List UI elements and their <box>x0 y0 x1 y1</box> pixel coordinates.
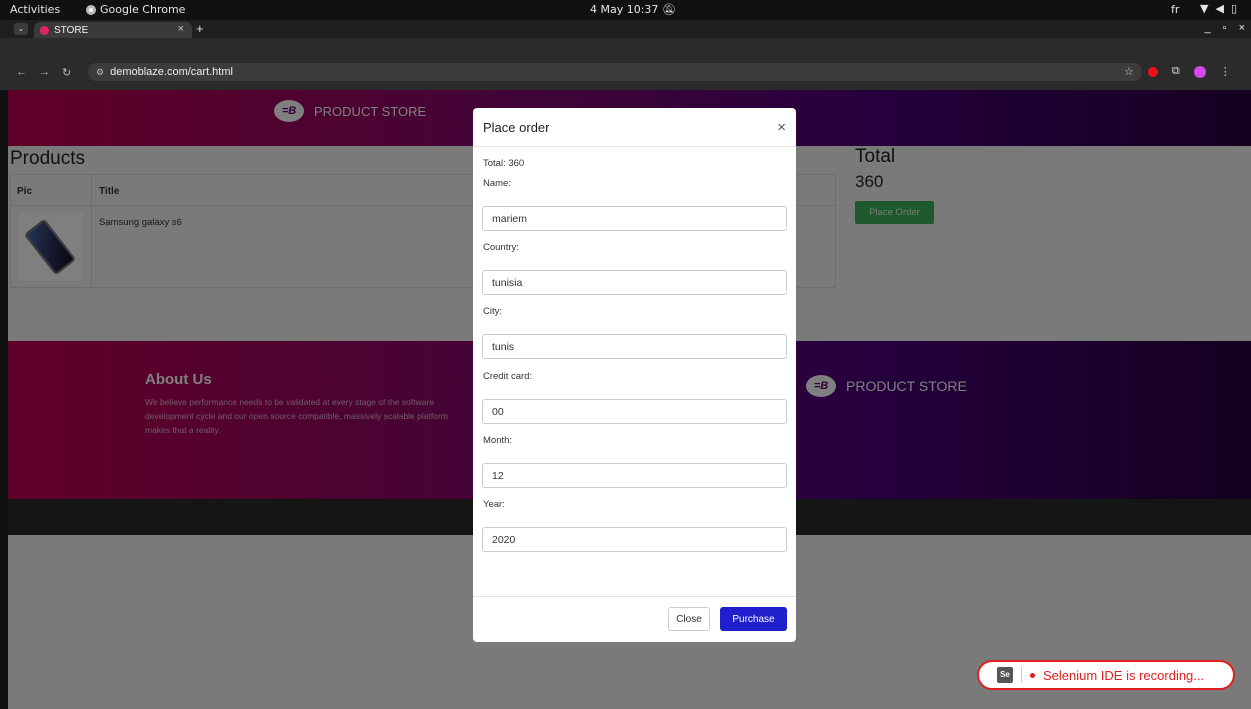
year-label: Year: <box>483 499 505 510</box>
toolbar-actions: ☆ ⧉ ⋮ <box>1124 65 1231 78</box>
name-input[interactable] <box>482 206 787 231</box>
system-top-bar: Activities Google Chrome 4 May 10:37 🔕︎ … <box>0 0 1251 20</box>
profile-avatar[interactable] <box>1193 65 1206 78</box>
tab-store[interactable]: STORE × <box>34 22 192 38</box>
recording-text: Selenium IDE is recording... <box>1043 667 1205 683</box>
modal-header-divider <box>473 146 796 147</box>
clock[interactable]: 4 May 10:37 🔕︎ <box>590 3 676 16</box>
selenium-extension-icon[interactable] <box>1147 66 1158 77</box>
tab-close-icon[interactable]: × <box>178 23 184 35</box>
window-controls: _ ▫ × <box>1205 22 1245 34</box>
favicon-icon <box>40 25 49 35</box>
selenium-recording-badge[interactable]: Se Selenium IDE is recording... <box>977 660 1235 690</box>
minimize-button[interactable]: _ <box>1205 22 1211 34</box>
tab-strip: ⌄ STORE × + _ ▫ × <box>0 20 1251 38</box>
back-arrow-icon[interactable]: ← <box>16 66 27 79</box>
extensions-puzzle-icon[interactable]: ⧉ <box>1172 65 1180 78</box>
app-menu[interactable]: Google Chrome <box>86 3 185 16</box>
name-label: Name: <box>483 178 511 189</box>
app-name: Google Chrome <box>100 3 186 16</box>
city-input[interactable] <box>482 334 787 359</box>
nav-buttons: ← → ↻ <box>16 66 71 79</box>
activities-button[interactable]: Activities <box>10 3 60 16</box>
country-input[interactable] <box>482 270 787 295</box>
modal-footer-divider <box>473 596 796 597</box>
wifi-icon: ▼ <box>1200 2 1209 15</box>
tab-title: STORE <box>54 24 89 36</box>
tab-search-button[interactable]: ⌄ <box>14 23 28 35</box>
chrome-icon <box>86 4 96 15</box>
volume-icon: ◀ <box>1215 2 1224 15</box>
forward-arrow-icon[interactable]: → <box>39 66 50 79</box>
city-label: City: <box>483 306 502 317</box>
more-menu-icon[interactable]: ⋮ <box>1220 65 1231 78</box>
purchase-button[interactable]: Purchase <box>720 607 787 631</box>
modal-close-icon[interactable]: × <box>777 119 786 136</box>
month-label: Month: <box>483 435 513 446</box>
system-tray[interactable]: ▼ ◀ ▯ <box>1200 2 1237 15</box>
address-bar[interactable]: ⚙ demoblaze.com/cart.html <box>88 63 1142 81</box>
close-button[interactable]: Close <box>668 607 710 631</box>
new-tab-button[interactable]: + <box>196 21 204 36</box>
battery-icon: ▯ <box>1230 2 1237 15</box>
selenium-logo-icon: Se <box>997 667 1013 683</box>
browser-toolbar: ← → ↻ ⚙ demoblaze.com/cart.html ☆ ⧉ ⋮ <box>0 38 1251 90</box>
window-edge <box>0 90 8 709</box>
recording-dot-icon <box>1030 672 1035 678</box>
reload-icon[interactable]: ↻ <box>62 66 71 79</box>
credit-card-label: Credit card: <box>483 371 533 382</box>
place-order-modal: Place order × Total: 360 Name: Country: … <box>473 108 796 642</box>
modal-title: Place order <box>483 120 550 135</box>
language-indicator[interactable]: fr <box>1171 3 1179 16</box>
total-label: Total: 360 <box>483 158 525 169</box>
bookmark-star-icon[interactable]: ☆ <box>1124 65 1134 78</box>
bell-off-icon: 🔕︎ <box>661 3 676 16</box>
url-text: demoblaze.com/cart.html <box>110 66 233 78</box>
month-input[interactable] <box>482 463 787 488</box>
year-input[interactable] <box>482 527 787 552</box>
credit-card-input[interactable] <box>482 399 787 424</box>
country-label: Country: <box>483 242 519 253</box>
badge-divider <box>1021 667 1022 683</box>
restore-button[interactable]: ▫ <box>1223 22 1227 34</box>
site-info-icon[interactable]: ⚙ <box>96 67 104 78</box>
close-window-button[interactable]: × <box>1239 22 1245 34</box>
